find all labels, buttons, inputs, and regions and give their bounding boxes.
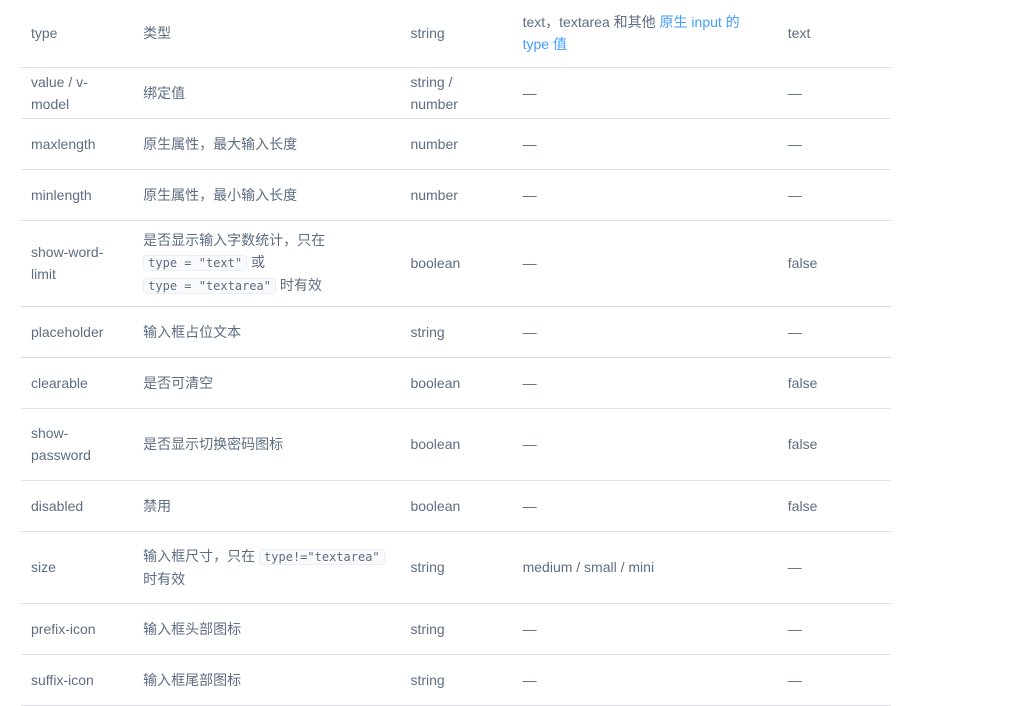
param-cell: maxlength [21, 118, 134, 170]
desc-text: 是否显示输入字数统计，只在 [143, 232, 326, 248]
default-cell: — [777, 603, 891, 655]
type-cell: number [400, 169, 513, 221]
options-cell: text，textarea 和其他 原生 input 的 type 值 [512, 0, 778, 68]
attributes-table: type 类型 string text，textarea 和其他 原生 inpu… [21, 0, 891, 706]
default-cell: false [777, 480, 891, 532]
desc-cell: 绑定值 [133, 67, 401, 119]
param-cell: type [21, 0, 134, 68]
options-cell: medium / small / mini [512, 531, 778, 604]
desc-cell: 是否显示切换密码图标 [133, 408, 401, 481]
default-cell: — [777, 306, 891, 358]
options-cell: — [512, 357, 778, 409]
desc-text: 输入框尺寸，只在 [143, 547, 260, 564]
table-row: clearable 是否可清空 boolean — false [21, 357, 891, 409]
param-cell: show-word-limit [21, 220, 134, 307]
table-row: value / v-model 绑定值 string / number — — [21, 67, 891, 119]
param-cell: value / v-model [21, 67, 134, 119]
type-cell: boolean [400, 408, 513, 481]
table-row: show-word-limit 是否显示输入字数统计，只在 type = "te… [21, 220, 891, 307]
type-cell: string / number [400, 67, 513, 119]
type-cell: string [400, 306, 513, 358]
table-row: size 输入框尺寸，只在 type!="textarea" 时有效 strin… [21, 531, 891, 604]
options-cell: — [512, 118, 778, 170]
options-cell: — [512, 408, 778, 481]
desc-cell: 输入框占位文本 [133, 306, 401, 358]
code-snippet: type!="textarea" [259, 548, 385, 565]
options-cell: — [512, 67, 778, 119]
default-cell: false [777, 408, 891, 481]
desc-cell: 原生属性，最小输入长度 [133, 169, 401, 221]
options-cell: — [512, 220, 778, 307]
param-cell: show-password [21, 408, 134, 481]
default-cell: — [777, 118, 891, 170]
desc-cell: 输入框尾部图标 [133, 654, 401, 706]
options-text: text，textarea 和其他 [522, 14, 660, 31]
table-row: disabled 禁用 boolean — false [21, 480, 891, 532]
table-row: suffix-icon 输入框尾部图标 string — — [21, 654, 891, 706]
type-cell: string [400, 603, 513, 655]
type-cell: string [400, 0, 513, 68]
param-cell: suffix-icon [21, 654, 134, 706]
desc-cell: 原生属性，最大输入长度 [133, 118, 401, 170]
desc-cell: 输入框尺寸，只在 type!="textarea" 时有效 [133, 531, 401, 604]
code-snippet: type = "text" [143, 255, 248, 271]
param-cell: disabled [21, 480, 134, 532]
desc-text: 时有效 [275, 277, 322, 293]
type-cell: number [400, 118, 513, 170]
default-cell: — [777, 169, 891, 221]
param-cell: clearable [21, 357, 134, 409]
param-cell: size [21, 531, 134, 604]
desc-cell: 是否显示输入字数统计，只在 type = "text" 或 type = "te… [133, 220, 401, 307]
table-row: prefix-icon 输入框头部图标 string — — [21, 603, 891, 655]
type-cell: string [400, 531, 513, 604]
table-row: type 类型 string text，textarea 和其他 原生 inpu… [21, 0, 891, 68]
table-row: minlength 原生属性，最小输入长度 number — — [21, 169, 891, 221]
options-cell: — [512, 480, 778, 532]
options-cell: — [512, 169, 778, 221]
code-snippet: type = "textarea" [143, 278, 276, 294]
param-cell: minlength [21, 169, 134, 221]
type-cell: string [400, 654, 513, 706]
desc-text: 或 [247, 254, 265, 270]
default-cell: false [777, 220, 891, 307]
options-cell: — [512, 654, 778, 706]
default-cell: text [777, 0, 891, 68]
desc-text: 时有效 [143, 570, 186, 587]
desc-cell: 是否可清空 [133, 357, 401, 409]
table-row: placeholder 输入框占位文本 string — — [21, 306, 891, 358]
type-cell: boolean [400, 357, 513, 409]
options-cell: — [512, 603, 778, 655]
default-cell: — [777, 654, 891, 706]
table-row: show-password 是否显示切换密码图标 boolean — false [21, 408, 891, 481]
default-cell: false [777, 357, 891, 409]
desc-cell: 类型 [133, 0, 401, 68]
param-cell: placeholder [21, 306, 134, 358]
type-cell: boolean [400, 220, 513, 307]
desc-cell: 输入框头部图标 [133, 603, 401, 655]
options-cell: — [512, 306, 778, 358]
type-cell: boolean [400, 480, 513, 532]
default-cell: — [777, 67, 891, 119]
table-row: maxlength 原生属性，最大输入长度 number — — [21, 118, 891, 170]
param-cell: prefix-icon [21, 603, 134, 655]
default-cell: — [777, 531, 891, 604]
desc-cell: 禁用 [133, 480, 401, 532]
